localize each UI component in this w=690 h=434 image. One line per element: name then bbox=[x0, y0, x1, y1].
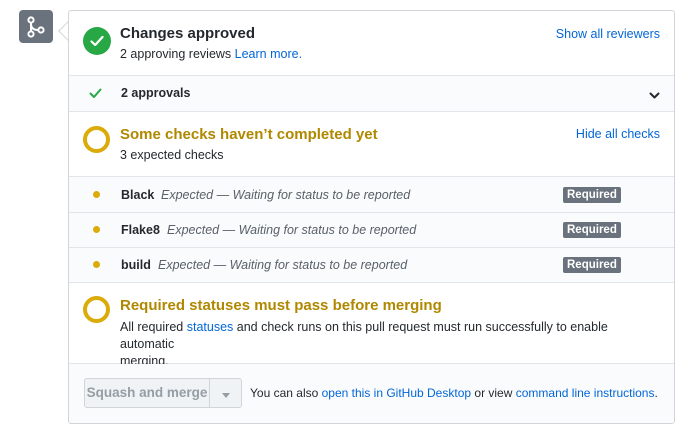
checks-count-text: 3 expected checks bbox=[120, 148, 224, 162]
pending-ring-icon bbox=[83, 296, 110, 323]
check-circle-icon bbox=[83, 27, 111, 55]
command-line-instructions-link[interactable]: command line instructions bbox=[516, 386, 655, 400]
squash-and-merge-button[interactable]: Squash and merge bbox=[84, 378, 210, 408]
approvals-label: 2 approvals bbox=[121, 86, 191, 100]
review-status-title: Changes approved bbox=[120, 25, 256, 42]
pending-dot-icon bbox=[93, 261, 100, 268]
checks-status-section: Some checks haven’t completed yet 3 expe… bbox=[69, 112, 674, 177]
check-icon bbox=[89, 87, 102, 102]
check-name: Black bbox=[121, 188, 155, 202]
merge-blocked-title: Required statuses must pass before mergi… bbox=[120, 297, 442, 314]
required-badge: Required bbox=[563, 222, 621, 238]
check-status-text: Expected — Waiting for status to be repo… bbox=[161, 188, 411, 202]
learn-more-link[interactable]: Learn more. bbox=[235, 47, 302, 61]
merge-footer: Squash and merge You can also open this … bbox=[69, 364, 674, 423]
footer-text-end: . bbox=[654, 386, 658, 400]
pending-ring-icon bbox=[83, 126, 110, 153]
footer-text-start: You can also bbox=[250, 386, 319, 400]
review-count-text: 2 approving reviews bbox=[120, 47, 232, 61]
checks-status-title: Some checks haven’t completed yet bbox=[120, 126, 378, 143]
open-in-desktop-link[interactable]: open this in GitHub Desktop bbox=[322, 386, 471, 400]
merge-blocked-description: All required statuses and check runs on … bbox=[120, 319, 660, 370]
required-badge: Required bbox=[563, 187, 621, 203]
check-name: Flake8 bbox=[121, 223, 160, 237]
checks-list: Black Expected — Waiting for status to b… bbox=[69, 177, 674, 283]
alternate-merge-text: You can also open this in GitHub Desktop… bbox=[250, 386, 658, 400]
pending-dot-icon bbox=[93, 226, 100, 233]
pending-dot-icon bbox=[93, 191, 100, 198]
review-status-description: 2 approving reviews Learn more. bbox=[120, 47, 302, 61]
approvals-row[interactable]: 2 approvals bbox=[69, 76, 674, 112]
merge-blocked-text-start: All required bbox=[120, 320, 184, 334]
check-row[interactable]: Black Expected — Waiting for status to b… bbox=[69, 177, 674, 213]
merge-method-dropdown-button[interactable] bbox=[209, 378, 242, 408]
git-merge-icon bbox=[19, 10, 53, 43]
check-row[interactable]: build Expected — Waiting for status to b… bbox=[69, 247, 674, 283]
chevron-down-icon[interactable] bbox=[649, 88, 660, 103]
merge-box: Changes approved 2 approving reviews Lea… bbox=[68, 10, 675, 424]
triangle-down-icon bbox=[221, 386, 230, 401]
statuses-link[interactable]: statuses bbox=[187, 320, 234, 334]
hide-all-checks-link[interactable]: Hide all checks bbox=[576, 127, 660, 141]
check-status-text: Expected — Waiting for status to be repo… bbox=[158, 258, 408, 272]
required-badge: Required bbox=[563, 257, 621, 273]
show-all-reviewers-link[interactable]: Show all reviewers bbox=[556, 27, 660, 41]
footer-text-mid: or view bbox=[474, 386, 513, 400]
check-status-text: Expected — Waiting for status to be repo… bbox=[167, 223, 417, 237]
merge-blocked-section: Required statuses must pass before mergi… bbox=[69, 283, 674, 368]
review-status-section: Changes approved 2 approving reviews Lea… bbox=[69, 11, 674, 76]
check-name: build bbox=[121, 258, 151, 272]
check-row[interactable]: Flake8 Expected — Waiting for status to … bbox=[69, 212, 674, 248]
